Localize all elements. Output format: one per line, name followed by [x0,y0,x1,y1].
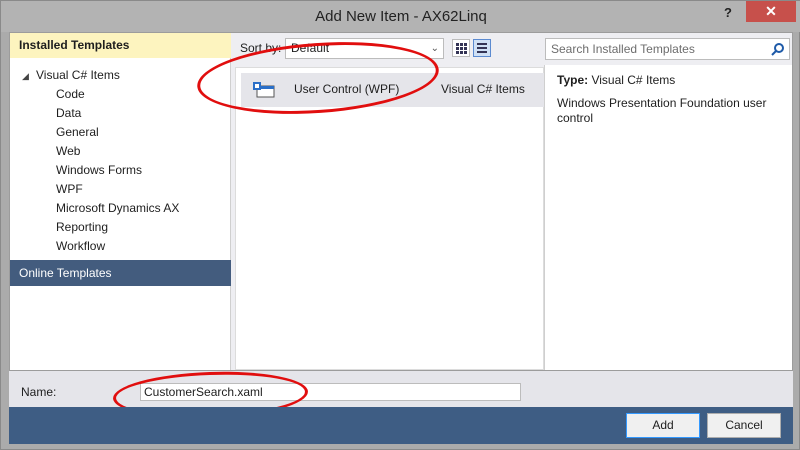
detail-type: Type: Visual C# Items [557,73,675,87]
close-icon: ✕ [765,3,777,19]
sort-by-value: Default [291,41,330,55]
search-installed-templates-input[interactable]: Search Installed Templates [545,38,790,60]
help-button[interactable]: ? [717,3,739,23]
category-tree: ◢ Visual C# Items Code Data General Web W… [10,66,231,256]
tree-item-windows-forms[interactable]: Windows Forms [10,161,231,180]
name-row: Name: CustomerSearch.xaml [9,371,793,407]
name-label: Name: [21,385,57,399]
search-icon[interactable] [771,42,785,56]
expand-arrow-icon[interactable]: ◢ [22,67,36,86]
sort-by-label: Sort by: [240,41,282,55]
title-bar[interactable]: Add New Item - AX62Linq ? ✕ [1,1,800,32]
tree-item-microsoft-dynamics-ax[interactable]: Microsoft Dynamics AX [10,199,231,218]
tree-item-data[interactable]: Data [10,104,231,123]
list-view-icon[interactable] [473,39,491,57]
detail-type-value: Visual C# Items [591,73,676,87]
templates-list: User Control (WPF) Visual C# Items [235,67,544,370]
sort-toolbar: Sort by: Default ⌄ [231,33,544,65]
cancel-button[interactable]: Cancel [707,413,781,438]
tree-item-web[interactable]: Web [10,142,231,161]
tree-item-wpf[interactable]: WPF [10,180,231,199]
detail-description: Windows Presentation Foundation user con… [557,96,767,125]
dialog-button-bar: Add Cancel [9,407,793,444]
chevron-down-icon: ⌄ [430,43,439,54]
template-category: Visual C# Items [441,82,525,96]
dialog-content: Installed Templates ◢ Visual C# Items Cod… [9,32,793,371]
tree-item-reporting[interactable]: Reporting [10,218,231,237]
user-control-icon [253,82,275,98]
tree-item-code[interactable]: Code [10,85,231,104]
template-categories-panel: Installed Templates ◢ Visual C# Items Cod… [10,33,231,370]
tree-item-visual-csharp-items[interactable]: ◢ Visual C# Items [10,66,231,85]
template-name: User Control (WPF) [294,82,400,96]
online-templates-item[interactable]: Online Templates [10,260,231,286]
tree-item-workflow[interactable]: Workflow [10,237,231,256]
sort-by-dropdown[interactable]: Default ⌄ [285,38,444,59]
template-item-user-control-wpf[interactable]: User Control (WPF) Visual C# Items [241,73,544,107]
add-new-item-dialog: Add New Item - AX62Linq ? ✕ Installed Te… [0,0,800,450]
template-details-panel: Type: Visual C# Items Windows Presentati… [544,65,792,370]
tree-item-label: Visual C# Items [36,68,120,82]
medium-icons-view-icon[interactable] [452,39,470,57]
installed-templates-header[interactable]: Installed Templates [10,33,231,58]
name-input[interactable]: CustomerSearch.xaml [140,383,521,401]
tree-item-general[interactable]: General [10,123,231,142]
close-button[interactable]: ✕ [746,1,796,22]
window-title: Add New Item - AX62Linq [315,8,487,25]
detail-type-label: Type: [557,73,589,87]
search-placeholder: Search Installed Templates [551,42,695,56]
add-button[interactable]: Add [626,413,700,438]
